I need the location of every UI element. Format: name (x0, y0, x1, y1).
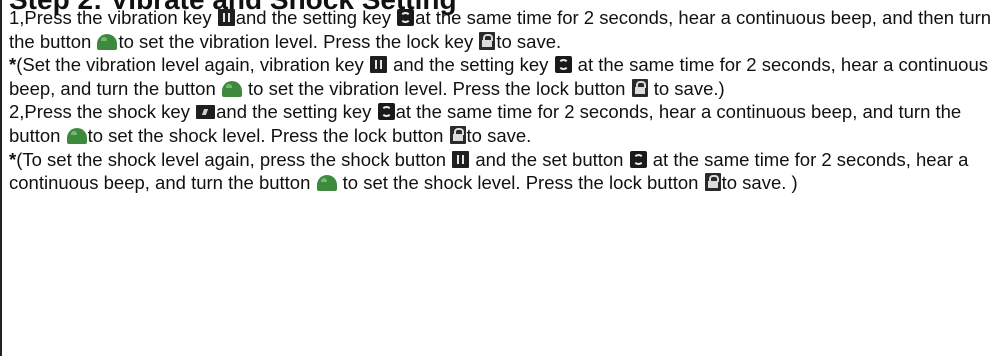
knob-icon (316, 175, 337, 192)
note-vibration: *(Set the vibration level again, vibrati… (9, 53, 1004, 100)
lock-icon (704, 173, 721, 192)
setting-key-icon (554, 56, 572, 74)
text: to set the shock level. Press the lock b… (87, 124, 449, 146)
knob-icon (66, 127, 87, 144)
text: and the setting key (235, 7, 397, 28)
setting-key-icon (629, 150, 647, 168)
lock-icon (449, 125, 466, 144)
knob-icon (221, 80, 242, 97)
instruction-vibration: 1,Press the vibration key and the settin… (9, 6, 1004, 53)
text: 2,Press the shock key (9, 101, 196, 123)
setting-key-icon (377, 103, 395, 121)
text: to set the vibration level. Press the lo… (242, 77, 631, 99)
text: and the set button (470, 148, 629, 170)
text: (To set the shock level again, press the… (16, 148, 452, 170)
lock-icon (479, 31, 496, 50)
vibration-key-icon (369, 56, 387, 74)
knob-icon (97, 33, 118, 50)
vibration-key-icon (217, 9, 235, 26)
text: to save.) (648, 77, 725, 99)
text: and the setting key (216, 101, 377, 123)
instruction-shock: 2,Press the shock key and the setting ke… (9, 100, 1004, 147)
text: to save. ) (721, 172, 798, 194)
instructions-body: 1,Press the vibration key and the settin… (9, 6, 1004, 195)
manual-page: Step 2: Vibrate and Shock Setting 1,Pres… (0, 0, 1007, 356)
lock-icon (631, 78, 648, 97)
setting-key-icon (397, 9, 415, 26)
text: (Set the vibration level again, vibratio… (16, 54, 369, 76)
note-shock: *(To set the shock level again, press th… (9, 148, 1004, 195)
left-border-line (0, 0, 2, 356)
text: 1,Press the vibration key (9, 7, 217, 28)
text: to save. (496, 30, 562, 52)
text: to set the vibration level. Press the lo… (118, 30, 479, 52)
text: to set the shock level. Press the lock b… (337, 172, 704, 194)
shock-button-icon (452, 150, 470, 168)
shock-key-icon (196, 105, 216, 120)
text: and the setting key (387, 54, 554, 76)
text: to save. (466, 124, 532, 146)
